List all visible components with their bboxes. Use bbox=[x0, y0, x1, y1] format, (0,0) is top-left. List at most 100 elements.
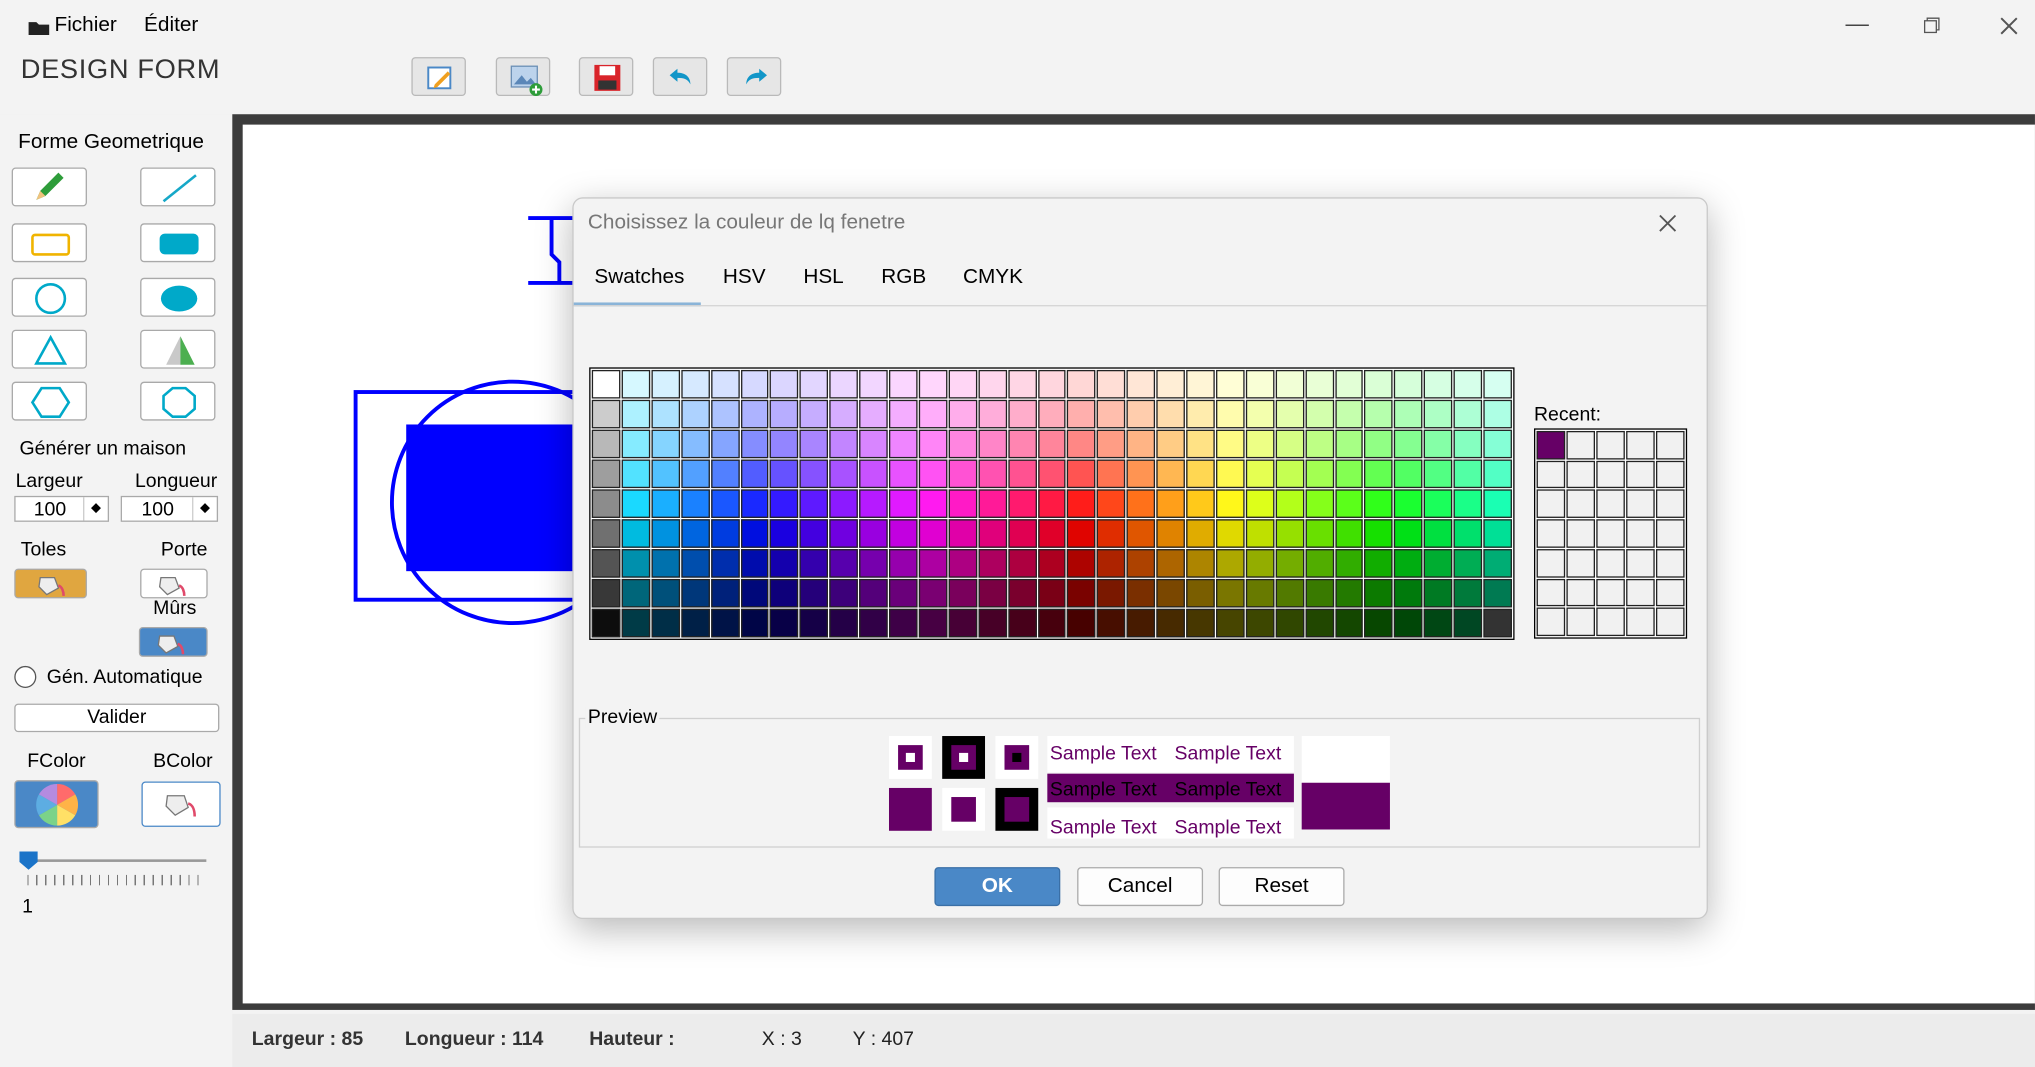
swatch-cell[interactable] bbox=[829, 369, 859, 399]
swatch-cell[interactable] bbox=[1453, 489, 1483, 518]
swatch-cell[interactable] bbox=[651, 489, 680, 518]
cancel-button[interactable]: Cancel bbox=[1077, 867, 1204, 907]
tab-swatches[interactable]: Swatches bbox=[594, 266, 684, 289]
door-color-button[interactable] bbox=[140, 568, 208, 599]
line-tool-button[interactable] bbox=[140, 167, 216, 207]
swatch-cell[interactable] bbox=[1097, 429, 1126, 459]
swatch-cell[interactable] bbox=[1215, 459, 1245, 489]
swatch-cell[interactable] bbox=[859, 519, 888, 548]
swatch-cell[interactable] bbox=[680, 519, 710, 548]
swatch-cell[interactable] bbox=[1037, 489, 1067, 518]
swatch-cell[interactable] bbox=[948, 399, 977, 429]
swatch-cell[interactable] bbox=[1453, 578, 1483, 608]
swatch-cell[interactable] bbox=[1394, 578, 1423, 608]
swatch-cell[interactable] bbox=[948, 369, 977, 399]
swatch-cell[interactable] bbox=[1483, 369, 1512, 399]
swatch-cell[interactable] bbox=[918, 608, 948, 638]
swatch-cell[interactable] bbox=[889, 369, 918, 399]
swatch-cell[interactable] bbox=[978, 399, 1007, 429]
swatch-cell[interactable] bbox=[1097, 459, 1126, 489]
swatch-cell[interactable] bbox=[1394, 399, 1423, 429]
swatch-cell[interactable] bbox=[889, 578, 918, 608]
swatch-cell[interactable] bbox=[1156, 519, 1185, 548]
swatch-cell[interactable] bbox=[1037, 369, 1067, 399]
swatch-cell[interactable] bbox=[1483, 549, 1512, 578]
swatch-cell[interactable] bbox=[770, 399, 799, 429]
swatch-cell[interactable] bbox=[651, 578, 680, 608]
bcolor-button[interactable] bbox=[141, 781, 221, 827]
swatch-cell[interactable] bbox=[621, 549, 650, 578]
swatch-cell[interactable] bbox=[1245, 608, 1275, 638]
swatch-cell[interactable] bbox=[1364, 369, 1394, 399]
swatch-cell[interactable] bbox=[799, 489, 829, 518]
swatch-cell[interactable] bbox=[1394, 369, 1423, 399]
swatch-cell[interactable] bbox=[1275, 399, 1304, 429]
circle-tool-button[interactable] bbox=[11, 277, 87, 317]
swatch-cell[interactable] bbox=[621, 459, 650, 489]
undo-button[interactable] bbox=[652, 57, 708, 97]
pencil-tool-button[interactable] bbox=[11, 167, 87, 207]
swatch-cell[interactable] bbox=[829, 489, 859, 518]
recent-color-cell[interactable] bbox=[1626, 519, 1655, 548]
swatch-cell[interactable] bbox=[1186, 608, 1215, 638]
swatch-cell[interactable] bbox=[1186, 519, 1215, 548]
swatch-cell[interactable] bbox=[978, 578, 1007, 608]
swatch-cell[interactable] bbox=[1156, 429, 1185, 459]
menu-editer[interactable]: Éditer bbox=[144, 14, 198, 37]
swatch-cell[interactable] bbox=[1097, 549, 1126, 578]
swatch-cell[interactable] bbox=[859, 608, 888, 638]
swatch-cell[interactable] bbox=[740, 459, 769, 489]
recent-color-cell[interactable] bbox=[1536, 607, 1566, 637]
swatch-cell[interactable] bbox=[799, 549, 829, 578]
swatch-cell[interactable] bbox=[948, 549, 977, 578]
edit-button[interactable] bbox=[411, 57, 466, 97]
swatch-cell[interactable] bbox=[740, 369, 769, 399]
swatch-cell[interactable] bbox=[740, 399, 769, 429]
swatch-cell[interactable] bbox=[591, 429, 621, 459]
reset-button[interactable]: Reset bbox=[1218, 867, 1345, 907]
swatch-cell[interactable] bbox=[1245, 578, 1275, 608]
swatch-cell[interactable] bbox=[1156, 549, 1185, 578]
recent-color-cell[interactable] bbox=[1596, 548, 1625, 578]
swatch-cell[interactable] bbox=[918, 459, 948, 489]
fcolor-button[interactable] bbox=[14, 780, 99, 829]
swatch-cell[interactable] bbox=[680, 369, 710, 399]
filled-rectangle-tool-button[interactable] bbox=[140, 223, 216, 263]
swatch-cell[interactable] bbox=[1453, 608, 1483, 638]
swatch-cell[interactable] bbox=[1067, 608, 1096, 638]
swatch-cell[interactable] bbox=[740, 578, 769, 608]
swatch-cell[interactable] bbox=[978, 519, 1007, 548]
swatch-cell[interactable] bbox=[1364, 459, 1394, 489]
swatch-cell[interactable] bbox=[1424, 578, 1453, 608]
recent-color-cell[interactable] bbox=[1626, 460, 1655, 489]
swatch-cell[interactable] bbox=[1245, 429, 1275, 459]
swatch-cell[interactable] bbox=[1007, 459, 1037, 489]
swatch-cell[interactable] bbox=[889, 459, 918, 489]
swatch-cell[interactable] bbox=[1275, 489, 1304, 518]
swatch-cell[interactable] bbox=[1305, 489, 1334, 518]
swatch-cell[interactable] bbox=[651, 608, 680, 638]
swatch-cell[interactable] bbox=[799, 459, 829, 489]
swatch-cell[interactable] bbox=[1305, 429, 1334, 459]
swatch-cell[interactable] bbox=[1483, 489, 1512, 518]
swatch-cell[interactable] bbox=[1007, 608, 1037, 638]
swatch-cell[interactable] bbox=[859, 369, 888, 399]
close-window-icon[interactable] bbox=[1999, 16, 2020, 43]
redo-button[interactable] bbox=[726, 57, 782, 97]
tab-cmyk[interactable]: CMYK bbox=[963, 266, 1023, 289]
swatch-cell[interactable] bbox=[1424, 489, 1453, 518]
swatch-cell[interactable] bbox=[1334, 549, 1364, 578]
tab-hsv[interactable]: HSV bbox=[723, 266, 766, 289]
swatch-cell[interactable] bbox=[1156, 369, 1185, 399]
recent-color-cell[interactable] bbox=[1655, 519, 1685, 548]
swatch-cell[interactable] bbox=[1215, 549, 1245, 578]
swatch-cell[interactable] bbox=[1097, 608, 1126, 638]
swatch-cell[interactable] bbox=[1394, 459, 1423, 489]
swatch-cell[interactable] bbox=[1186, 399, 1215, 429]
swatch-cell[interactable] bbox=[1215, 369, 1245, 399]
swatch-cell[interactable] bbox=[710, 429, 740, 459]
recent-color-cell[interactable] bbox=[1655, 460, 1685, 489]
swatch-cell[interactable] bbox=[1275, 369, 1304, 399]
recent-color-cell[interactable] bbox=[1566, 430, 1595, 460]
swatch-cell[interactable] bbox=[1334, 369, 1364, 399]
